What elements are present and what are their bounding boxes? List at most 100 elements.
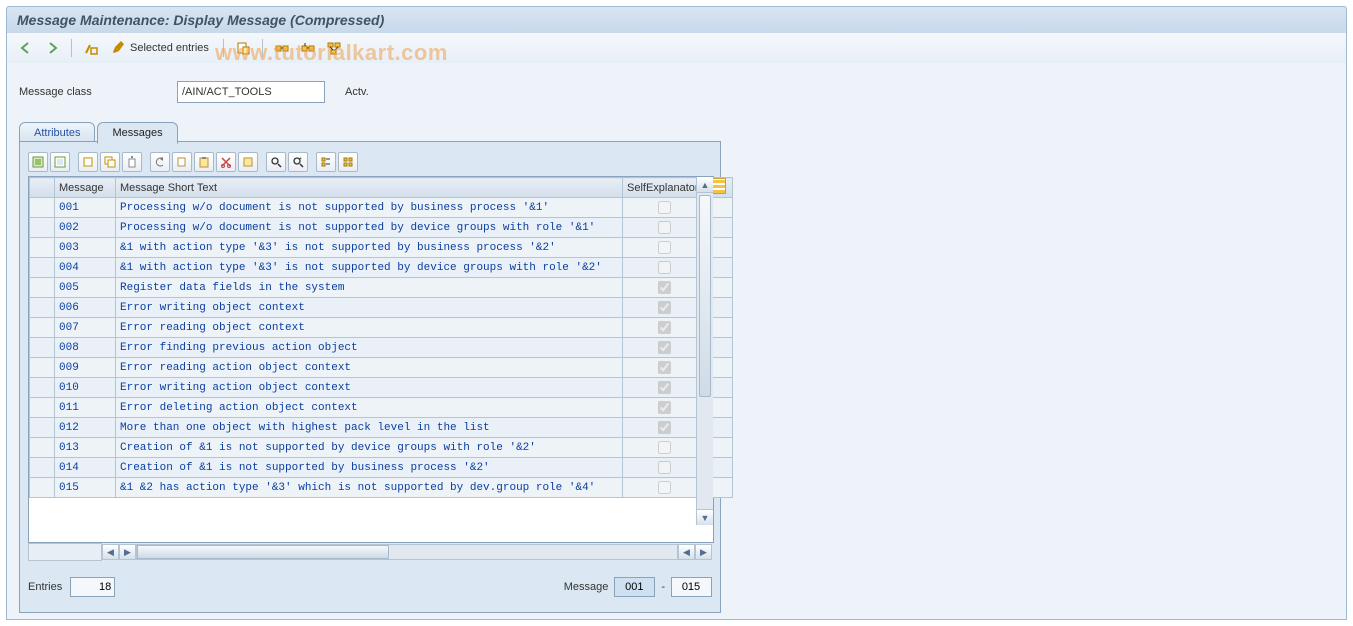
cell-self-explanatory[interactable]	[623, 398, 706, 418]
table-row[interactable]: 004&1 with action type '&3' is not suppo…	[30, 258, 733, 278]
row-selector[interactable]	[30, 438, 55, 458]
row-selector[interactable]	[30, 218, 55, 238]
cell-self-explanatory[interactable]	[623, 358, 706, 378]
cell-message-number[interactable]: 014	[55, 458, 116, 478]
table-row[interactable]: 013Creation of &1 is not supported by de…	[30, 438, 733, 458]
table-row[interactable]: 003&1 with action type '&3' is not suppo…	[30, 238, 733, 258]
col-selector[interactable]	[30, 178, 55, 198]
new-entries-button[interactable]	[78, 152, 98, 172]
col-header-self-explanatory[interactable]: SelfExplanatory	[623, 178, 706, 198]
table-row[interactable]: 009Error reading action object context	[30, 358, 733, 378]
selected-entries-button[interactable]: Selected entries	[106, 39, 215, 58]
row-selector[interactable]	[30, 418, 55, 438]
row-selector[interactable]	[30, 378, 55, 398]
delete-button[interactable]	[122, 152, 142, 172]
cell-message-number[interactable]: 015	[55, 478, 116, 498]
cell-self-explanatory[interactable]	[623, 218, 706, 238]
hscroll-thumb[interactable]	[137, 545, 389, 559]
long-text-button[interactable]	[232, 37, 254, 59]
cell-self-explanatory[interactable]	[623, 478, 706, 498]
table-row[interactable]: 001Processing w/o document is not suppor…	[30, 198, 733, 218]
message-class-input[interactable]	[177, 81, 325, 103]
cell-message-number[interactable]: 007	[55, 318, 116, 338]
hscroll-left[interactable]: ◀	[102, 544, 119, 560]
cell-message-number[interactable]: 012	[55, 418, 116, 438]
deselect-all-button[interactable]	[50, 152, 70, 172]
prev-group-button[interactable]	[297, 37, 319, 59]
row-selector[interactable]	[30, 238, 55, 258]
next-group-button[interactable]	[271, 37, 293, 59]
find-next-button[interactable]: +	[288, 152, 308, 172]
copy-clipboard-button[interactable]	[238, 152, 258, 172]
table-row[interactable]: 007Error reading object context	[30, 318, 733, 338]
cell-message-number[interactable]: 009	[55, 358, 116, 378]
cell-self-explanatory[interactable]	[623, 318, 706, 338]
cell-message-text[interactable]: Error reading object context	[116, 318, 623, 338]
cell-message-text[interactable]: Creation of &1 is not supported by busin…	[116, 458, 623, 478]
cell-message-text[interactable]: Error reading action object context	[116, 358, 623, 378]
table-row[interactable]: 006Error writing object context	[30, 298, 733, 318]
copy-entries-button[interactable]	[100, 152, 120, 172]
scroll-down-icon[interactable]: ▼	[697, 509, 713, 525]
scroll-thumb[interactable]	[699, 195, 711, 397]
cell-self-explanatory[interactable]	[623, 258, 706, 278]
row-selector[interactable]	[30, 278, 55, 298]
cell-message-text[interactable]: Processing w/o document is not supported…	[116, 198, 623, 218]
cell-message-text[interactable]: &1 &2 has action type '&3' which is not …	[116, 478, 623, 498]
cell-message-text[interactable]: Error deleting action object context	[116, 398, 623, 418]
cell-self-explanatory[interactable]	[623, 298, 706, 318]
table-row[interactable]: 008Error finding previous action object	[30, 338, 733, 358]
hscroll-left-end[interactable]: ◀	[678, 544, 695, 560]
col-header-message[interactable]: Message	[55, 178, 116, 198]
row-selector[interactable]	[30, 478, 55, 498]
scroll-up-icon[interactable]: ▲	[697, 177, 713, 193]
display-change-button[interactable]	[80, 37, 102, 59]
cell-message-number[interactable]: 001	[55, 198, 116, 218]
forward-button[interactable]	[41, 37, 63, 59]
row-selector[interactable]	[30, 198, 55, 218]
cell-message-text[interactable]: Error writing action object context	[116, 378, 623, 398]
paste-button[interactable]	[194, 152, 214, 172]
cell-self-explanatory[interactable]	[623, 198, 706, 218]
cell-message-text[interactable]: More than one object with highest pack l…	[116, 418, 623, 438]
cut-button[interactable]	[216, 152, 236, 172]
cell-self-explanatory[interactable]	[623, 418, 706, 438]
cell-message-number[interactable]: 011	[55, 398, 116, 418]
cell-message-number[interactable]: 003	[55, 238, 116, 258]
cell-self-explanatory[interactable]	[623, 378, 706, 398]
tab-messages[interactable]: Messages	[97, 122, 177, 144]
copy-button[interactable]	[172, 152, 192, 172]
row-selector[interactable]	[30, 398, 55, 418]
cell-message-text[interactable]: Error finding previous action object	[116, 338, 623, 358]
table-row[interactable]: 011Error deleting action object context	[30, 398, 733, 418]
cell-message-text[interactable]: Processing w/o document is not supported…	[116, 218, 623, 238]
message-from-input[interactable]	[614, 577, 655, 597]
cell-message-number[interactable]: 013	[55, 438, 116, 458]
find-button[interactable]	[266, 152, 286, 172]
hscroll-track[interactable]	[136, 544, 678, 560]
cell-message-number[interactable]: 004	[55, 258, 116, 278]
cell-self-explanatory[interactable]	[623, 338, 706, 358]
cell-self-explanatory[interactable]	[623, 238, 706, 258]
table-row[interactable]: 012More than one object with highest pac…	[30, 418, 733, 438]
where-used-button[interactable]	[323, 37, 345, 59]
cell-message-text[interactable]: &1 with action type '&3' is not supporte…	[116, 258, 623, 278]
table-row[interactable]: 015&1 &2 has action type '&3' which is n…	[30, 478, 733, 498]
cell-message-text[interactable]: Creation of &1 is not supported by devic…	[116, 438, 623, 458]
row-selector[interactable]	[30, 338, 55, 358]
row-selector[interactable]	[30, 458, 55, 478]
select-all-button[interactable]	[28, 152, 48, 172]
cell-self-explanatory[interactable]	[623, 438, 706, 458]
row-selector[interactable]	[30, 318, 55, 338]
expand-button[interactable]	[316, 152, 336, 172]
cell-self-explanatory[interactable]	[623, 458, 706, 478]
cell-message-number[interactable]: 002	[55, 218, 116, 238]
hscroll-right-end[interactable]: ▶	[695, 544, 712, 560]
row-selector[interactable]	[30, 358, 55, 378]
table-row[interactable]: 005Register data fields in the system	[30, 278, 733, 298]
table-row[interactable]: 010Error writing action object context	[30, 378, 733, 398]
cell-message-text[interactable]: &1 with action type '&3' is not supporte…	[116, 238, 623, 258]
collapse-button[interactable]	[338, 152, 358, 172]
undo-button[interactable]	[150, 152, 170, 172]
cell-message-text[interactable]: Error writing object context	[116, 298, 623, 318]
